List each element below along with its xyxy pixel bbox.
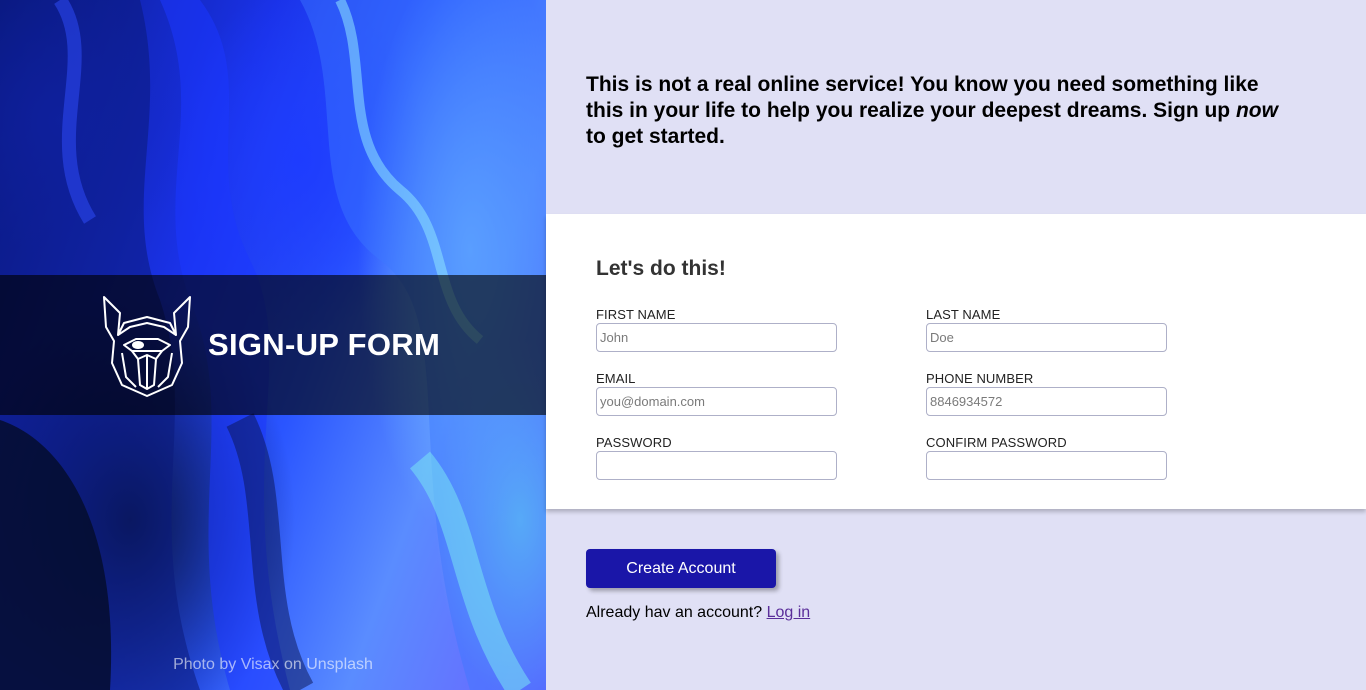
hero-panel: SIGN-UP FORM Photo by Visax on Unsplash (0, 0, 546, 690)
confirm-password-group: CONFIRM PASSWORD (926, 435, 1168, 480)
intro-line2: to get started. (586, 125, 725, 148)
last-name-input[interactable] (926, 323, 1167, 352)
first-name-group: FIRST NAME (596, 307, 838, 352)
viking-head-icon (103, 296, 191, 397)
credit-prefix: Photo by (173, 656, 241, 673)
first-name-input[interactable] (596, 323, 837, 352)
credit-author-link[interactable]: Visax (241, 656, 280, 673)
signup-form-card: Let's do this! FIRST NAME LAST NAME EMAI… (546, 214, 1366, 509)
email-input[interactable] (596, 387, 837, 416)
create-account-button[interactable]: Create Account (586, 549, 776, 588)
password-input[interactable] (596, 451, 837, 480)
intro-line1: This is not a real online service! You k… (586, 73, 1259, 122)
form-heading: Let's do this! (596, 257, 726, 280)
password-label: PASSWORD (596, 435, 672, 450)
title-band: SIGN-UP FORM (0, 275, 546, 415)
form-panel: This is not a real online service! You k… (546, 0, 1366, 690)
login-prompt: Already hav an account? Log in (586, 604, 810, 622)
credit-middle: on (279, 656, 307, 673)
login-link[interactable]: Log in (767, 604, 811, 621)
first-name-label: FIRST NAME (596, 307, 676, 322)
last-name-label: LAST NAME (926, 307, 1001, 322)
phone-label: PHONE NUMBER (926, 371, 1034, 386)
email-group: EMAIL (596, 371, 838, 416)
phone-group: PHONE NUMBER (926, 371, 1168, 416)
photo-credit: Photo by Visax on Unsplash (0, 656, 546, 674)
phone-input[interactable] (926, 387, 1167, 416)
intro-text: This is not a real online service! You k… (586, 72, 1286, 150)
credit-source-link[interactable]: Unsplash (306, 656, 373, 673)
email-label: EMAIL (596, 371, 636, 386)
page-title: SIGN-UP FORM (208, 327, 441, 362)
page: SIGN-UP FORM Photo by Visax on Unsplash … (0, 0, 1366, 690)
login-prompt-text: Already hav an account? (586, 604, 767, 621)
confirm-password-label: CONFIRM PASSWORD (926, 435, 1067, 450)
confirm-password-input[interactable] (926, 451, 1167, 480)
password-group: PASSWORD (596, 435, 838, 480)
last-name-group: LAST NAME (926, 307, 1168, 352)
intro-emphasis: now (1235, 99, 1278, 122)
